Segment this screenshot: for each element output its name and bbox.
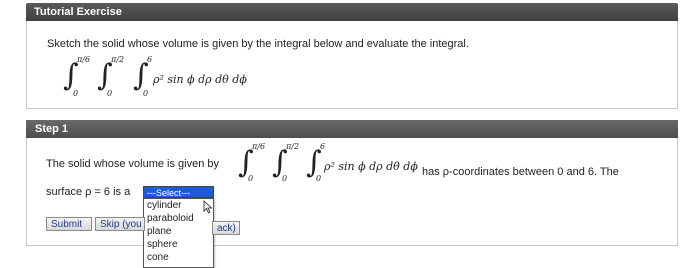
- inner-integral-sign: ∫: [133, 58, 149, 93]
- step-text-before: The solid whose volume is given by: [46, 158, 220, 170]
- skip-button[interactable]: Skip (you: [95, 217, 145, 231]
- middle-integral-sign: ∫: [97, 58, 113, 93]
- step-integral: ∫ π/6 0 ∫ π/2 0 ∫ 6 0 ρ² sin ϕ dρ dθ dϕ: [238, 140, 438, 184]
- step-header: Step 1: [26, 120, 678, 138]
- step-text-after: has ρ-coordinates between 0 and 6. The: [422, 166, 619, 178]
- integrand: ρ² sin ϕ dρ dθ dϕ: [153, 73, 247, 86]
- inner-upper-limit: 6: [147, 55, 153, 64]
- step-middle-upper-limit: π/2: [286, 142, 300, 151]
- surface-type-select[interactable]: ---Select---: [143, 186, 214, 198]
- middle-upper-limit: π/2: [111, 55, 125, 64]
- option-sphere[interactable]: sphere: [144, 238, 213, 251]
- problem-panel: Sketch the solid whose volume is given b…: [26, 21, 678, 109]
- middle-lower-limit: 0: [107, 89, 113, 98]
- surface-statement: surface ρ = 6 is a: [46, 186, 131, 198]
- inner-lower-limit: 0: [143, 89, 149, 98]
- step-outer-lower-limit: 0: [248, 174, 254, 183]
- problem-integral: ∫ π/6 0 ∫ π/2 0 ∫ 6 0 ρ² sin ϕ dρ dθ dϕ: [63, 53, 283, 101]
- outer-upper-limit: π/6: [77, 55, 91, 64]
- option-plane[interactable]: plane: [144, 225, 213, 238]
- step-title: Step 1: [35, 123, 69, 135]
- step-inner-upper-limit: 6: [320, 142, 326, 151]
- submit-button[interactable]: Submit: [46, 217, 92, 231]
- step-middle-lower-limit: 0: [282, 174, 288, 183]
- step-inner-lower-limit: 0: [316, 174, 322, 183]
- mouse-cursor-icon: [203, 200, 213, 214]
- problem-prompt: Sketch the solid whose volume is given b…: [47, 38, 469, 50]
- window-title: Tutorial Exercise: [34, 6, 122, 18]
- step-integrand: ρ² sin ϕ dρ dθ dϕ: [324, 160, 418, 173]
- option-cone[interactable]: cone: [144, 251, 213, 264]
- outer-lower-limit: 0: [73, 89, 79, 98]
- window-title-bar: Tutorial Exercise: [26, 3, 678, 21]
- step-outer-upper-limit: π/6: [252, 142, 266, 151]
- outer-integral-sign: ∫: [63, 58, 79, 93]
- back-button[interactable]: ack): [212, 221, 240, 235]
- select-current-value: ---Select---: [147, 188, 190, 198]
